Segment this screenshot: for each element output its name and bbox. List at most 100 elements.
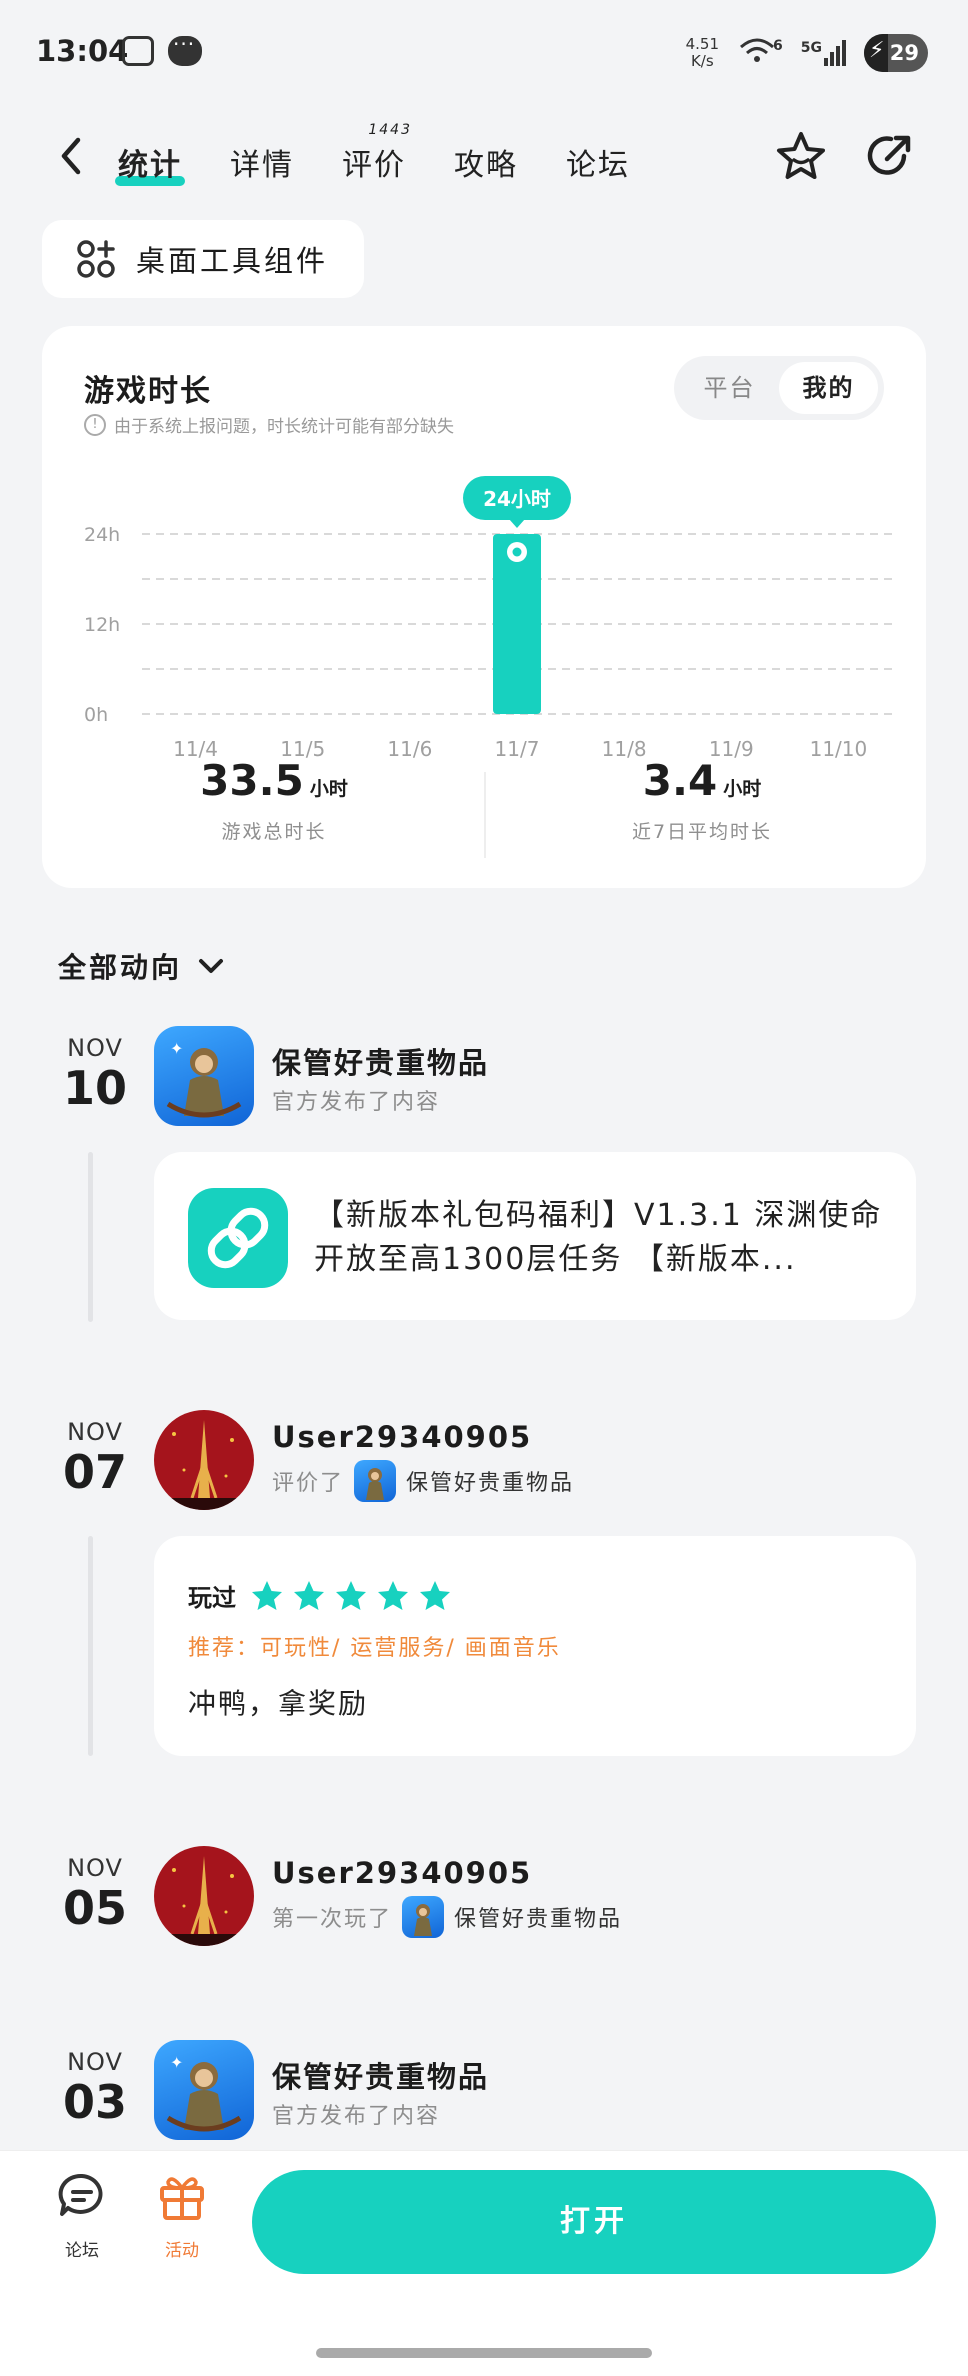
feed-game-name[interactable]: 保管好贵重物品	[454, 1901, 622, 1933]
home-indicator[interactable]	[316, 2348, 652, 2358]
open-game-button[interactable]: 打开	[252, 2170, 936, 2274]
total-playtime-value: 33.5	[200, 756, 304, 805]
chart-y-tick: 0h	[84, 704, 108, 726]
feed-date-month: NOV	[67, 2048, 123, 2076]
total-playtime-stat: 33.5 小时 游戏总时长	[64, 756, 484, 844]
star-icon	[378, 1580, 408, 1610]
average-playtime-label: 近7日平均时长	[631, 821, 773, 843]
user-avatar[interactable]	[154, 1846, 254, 1946]
feed-date-day: 10	[62, 1061, 127, 1115]
chart-y-tick: 24h	[84, 524, 120, 546]
activity-filter-label: 全部动向	[58, 951, 183, 984]
forum-button[interactable]: 论坛	[42, 2168, 122, 2261]
network-speed-unit: K/s	[690, 52, 714, 70]
user-avatar[interactable]	[154, 1410, 254, 1510]
feed-author-name[interactable]: User29340905	[272, 1420, 532, 1454]
game-mini-icon	[402, 1896, 445, 1938]
detail-tabs: 统计 详情 评价 1443 攻略 论坛	[115, 122, 630, 186]
feed-action-text: 官方发布了内容	[272, 1090, 441, 1115]
feed-date: NOV 03	[60, 2048, 130, 2128]
game-icon[interactable]: ✦	[154, 1026, 254, 1126]
tab-guides[interactable]: 攻略	[454, 140, 518, 184]
back-arrow-icon	[61, 137, 81, 175]
wifi-label: 6	[773, 38, 783, 54]
toggle-mine[interactable]: 我的	[779, 362, 878, 414]
review-stars	[250, 1579, 452, 1613]
tab-forum[interactable]: 论坛	[566, 140, 630, 184]
network-speed-value: 4.51	[685, 35, 720, 53]
battery-level: 29	[889, 41, 919, 65]
tab-stats-label: 统计	[118, 148, 182, 183]
stat-divider	[484, 772, 486, 858]
status-time: 13:04	[36, 34, 129, 68]
tab-stats[interactable]: 统计	[115, 140, 185, 186]
activity-label: 活动	[165, 2241, 199, 2261]
feed-date-day: 03	[62, 2075, 127, 2129]
svg-text:✦: ✦	[170, 2053, 183, 2072]
status-indicators: 4.51 K/s 6 5G ⚡ 29	[686, 34, 928, 72]
tower-avatar-icon	[154, 1846, 254, 1946]
post-link-card[interactable]: 【新版本礼包码福利】V1.3.1 深渊使命开放至高1300层任务 【新版本...	[154, 1152, 916, 1320]
review-tags: 推荐：可玩性/ 运营服务/ 画面音乐	[188, 1636, 561, 1661]
share-button[interactable]	[860, 128, 918, 186]
tab-reviews[interactable]: 评价 1443	[342, 122, 410, 184]
playtime-note-text: 由于系统上报问题，时长统计可能有部分缺失	[114, 417, 454, 437]
feed-game-name[interactable]: 保管好贵重物品	[406, 1465, 574, 1497]
tab-details[interactable]: 详情	[230, 140, 294, 184]
tab-guides-label: 攻略	[454, 148, 518, 183]
tab-forum-label: 论坛	[566, 148, 630, 183]
toggle-platform[interactable]: 平台	[680, 362, 779, 414]
signal-type: 5G	[800, 40, 822, 56]
link-icon	[188, 1188, 288, 1288]
tab-reviews-label: 评价	[342, 148, 406, 183]
feed-date: NOV 10	[60, 1034, 130, 1114]
game-icon[interactable]: ✦	[154, 2040, 254, 2140]
feed-action: 官方发布了内容	[272, 1084, 440, 1116]
tower-avatar-icon	[154, 1410, 254, 1510]
share-icon	[867, 135, 911, 175]
forum-chat-icon	[58, 2173, 103, 2216]
average-playtime-unit: 小时	[723, 778, 762, 800]
feed-action: 第一次玩了 保管好贵重物品	[272, 1896, 622, 1938]
activity-button[interactable]: 活动	[142, 2168, 222, 2261]
chart-data-label: 24小时	[483, 487, 551, 511]
feed-date-day: 07	[62, 1445, 127, 1499]
total-playtime-unit: 小时	[309, 778, 348, 800]
desktop-widget-button[interactable]: 桌面工具组件	[42, 220, 364, 298]
game-character-icon: ✦	[166, 1039, 242, 1118]
playtime-source-toggle: 平台 我的	[674, 356, 884, 420]
feed-action: 官方发布了内容	[272, 2098, 440, 2130]
feed-author-name[interactable]: User29340905	[272, 1856, 532, 1890]
feed-date: NOV 07	[60, 1418, 130, 1498]
star-icon	[252, 1580, 282, 1610]
signal-icon: 5G	[801, 40, 846, 66]
feed-action-text: 官方发布了内容	[272, 2104, 441, 2129]
chart-tooltip-pointer	[509, 519, 525, 528]
feed-author-name[interactable]: 保管好贵重物品	[272, 1040, 489, 1082]
screenshot-icon	[122, 36, 154, 66]
star-icon	[294, 1580, 324, 1610]
back-button[interactable]	[56, 136, 86, 176]
activity-filter-dropdown[interactable]: 全部动向	[58, 946, 226, 986]
game-character-icon: ✦	[166, 2053, 242, 2132]
timeline-line	[88, 1536, 93, 1756]
star-icon	[336, 1580, 366, 1610]
network-speed: 4.51 K/s	[686, 36, 719, 70]
feed-date-month: NOV	[67, 1034, 123, 1062]
review-played: 玩过	[188, 1578, 452, 1613]
gift-icon	[160, 2177, 204, 2220]
widget-grid-icon	[77, 240, 115, 278]
status-notification-icons	[122, 32, 202, 66]
feed-action-text: 第一次玩了	[272, 1907, 393, 1932]
message-icon	[168, 32, 202, 66]
feed-date-month: NOV	[67, 1854, 123, 1882]
favorite-button[interactable]	[772, 128, 830, 186]
playtime-card: 游戏时长 ! 由于系统上报问题，时长统计可能有部分缺失 平台 我的 0h 12h 2…	[42, 326, 926, 888]
feed-date-month: NOV	[67, 1418, 123, 1446]
chart-y-tick: 12h	[84, 614, 120, 636]
feed-author-name[interactable]: 保管好贵重物品	[272, 2054, 489, 2096]
game-mini-icon	[354, 1460, 397, 1502]
chevron-down-icon	[199, 959, 224, 973]
review-card[interactable]: 玩过 推荐：可玩性/ 运营服务/ 画面音乐 冲鸭，拿奖励	[154, 1536, 916, 1756]
average-playtime-value: 3.4	[642, 756, 718, 805]
